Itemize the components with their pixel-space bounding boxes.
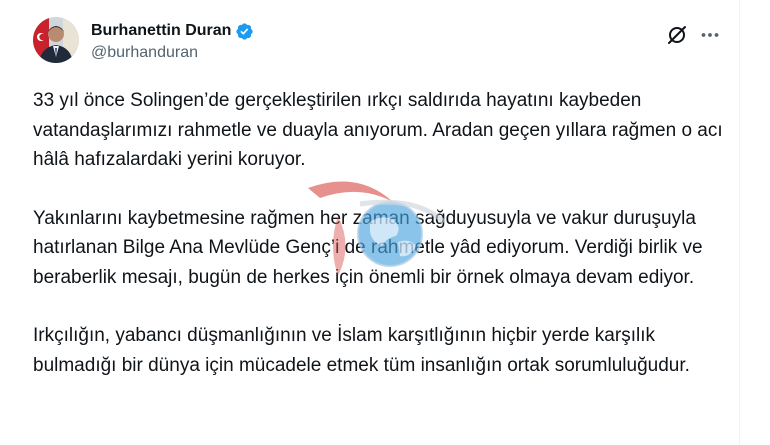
more-horizontal-icon (701, 33, 719, 37)
name-row: Burhanettin Duran (91, 20, 254, 42)
tweet-paragraph-3: Irkçılığın, yabancı düşmanlığının ve İsl… (33, 325, 690, 376)
more-options-button[interactable] (697, 22, 723, 48)
author-handle[interactable]: @burhanduran (91, 44, 254, 62)
tweet-text: 33 yıl önce Solingen’de gerçekleştirilen… (33, 86, 723, 409)
author-display-name[interactable]: Burhanettin Duran (91, 22, 231, 40)
author-avatar[interactable] (33, 17, 79, 63)
avatar-photo (33, 17, 79, 63)
verified-badge-icon (235, 22, 254, 41)
tweet-header: Burhanettin Duran @burhanduran (33, 16, 727, 68)
author-names: Burhanettin Duran @burhanduran (91, 20, 254, 62)
tweet-paragraph-2: Yakınlarını kaybetmesine rağmen her zama… (33, 207, 703, 288)
grok-slash-circle-icon (668, 26, 686, 44)
tweet-paragraph-1: 33 yıl önce Solingen’de gerçekleştirilen… (33, 90, 723, 170)
grok-button[interactable] (664, 22, 690, 48)
tweet-card: Burhanettin Duran @burhanduran 33 yıl ön… (0, 0, 740, 445)
